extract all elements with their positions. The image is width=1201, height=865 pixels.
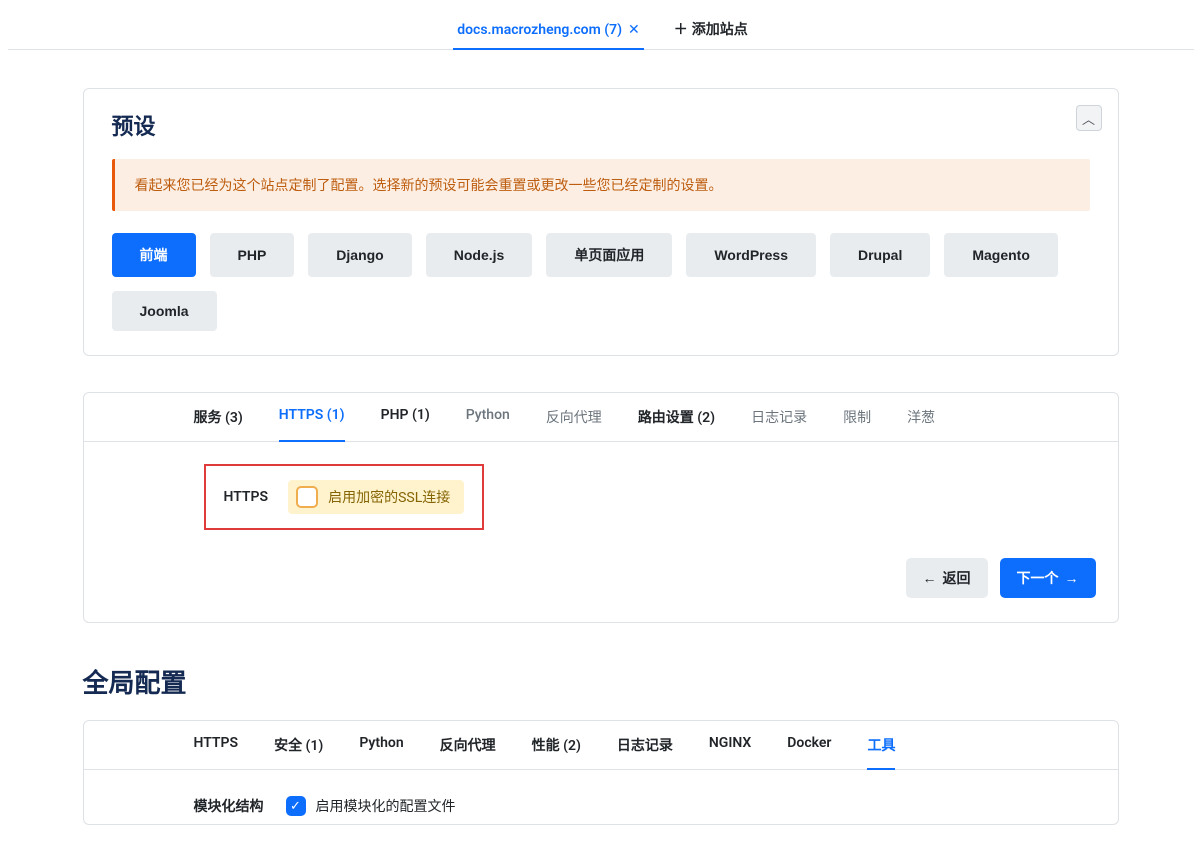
preset-button[interactable]: 前端 — [112, 233, 196, 277]
global-tab[interactable]: NGINX — [709, 721, 751, 769]
preset-button[interactable]: Django — [308, 233, 411, 277]
config-tab: 洋葱 — [907, 393, 935, 441]
modular-checkbox-label: 启用模块化的配置文件 — [316, 796, 456, 816]
https-checkbox-label: 启用加密的SSL连接 — [328, 487, 450, 507]
preset-card: 预设 ︿ 看起来您已经为这个站点定制了配置。选择新的预设可能会重置或更改一些您已… — [83, 88, 1119, 356]
add-site-button[interactable]: ＋ 添加站点 — [674, 19, 748, 49]
add-site-label: 添加站点 — [692, 19, 748, 39]
global-tab[interactable]: 性能 (2) — [532, 721, 581, 769]
next-button[interactable]: 下一个 → — [1000, 558, 1096, 598]
checkbox-checked-icon: ✓ — [286, 796, 306, 816]
config-tab[interactable]: PHP (1) — [381, 393, 430, 441]
modular-checkbox-group[interactable]: ✓ 启用模块化的配置文件 — [286, 796, 456, 816]
preset-grid: 前端 PHP Django Node.js 单页面应用 WordPress Drupal Ma… — [112, 233, 1090, 331]
config-tab[interactable]: HTTPS (1) — [279, 393, 345, 441]
checkbox-unchecked-icon — [296, 486, 318, 508]
preset-alert: 看起来您已经为这个站点定制了配置。选择新的预设可能会重置或更改一些您已经定制的设… — [112, 159, 1090, 211]
preset-button[interactable]: Joomla — [112, 291, 217, 331]
global-tab[interactable]: 安全 (1) — [274, 721, 323, 769]
preset-button[interactable]: Node.js — [426, 233, 533, 277]
config-tab[interactable]: 路由设置 (2) — [638, 393, 715, 441]
preset-button[interactable]: Magento — [944, 233, 1058, 277]
config-tab: 限制 — [843, 393, 871, 441]
back-label: 返回 — [943, 568, 971, 588]
back-button[interactable]: ← 返回 — [906, 558, 988, 598]
plus-icon: ＋ — [674, 19, 688, 39]
modular-row: 模块化结构 ✓ 启用模块化的配置文件 — [84, 770, 1118, 816]
https-highlight-box: HTTPS 启用加密的SSL连接 — [204, 464, 485, 530]
arrow-right-icon: → — [1065, 570, 1079, 586]
https-label: HTTPS — [224, 489, 269, 505]
global-config-title: 全局配置 — [83, 663, 1194, 700]
preset-title: 预设 — [112, 109, 1090, 141]
site-config-tabbar: 服务 (3) HTTPS (1) PHP (1) Python 反向代理路由设置 (2)… — [84, 393, 1118, 442]
global-tab[interactable]: 日志记录 — [617, 721, 673, 769]
preset-button[interactable]: Drupal — [830, 233, 930, 277]
config-tab: 反向代理 — [546, 393, 602, 441]
global-config-card: HTTPS 安全 (1) Python 反向代理性能 (2) 日志记录 NGINX Dock… — [83, 720, 1119, 825]
chevron-up-icon: ︿ — [1082, 109, 1095, 128]
arrow-left-icon: ← — [923, 570, 937, 586]
global-tab[interactable]: HTTPS — [194, 721, 239, 769]
config-tab: 日志记录 — [751, 393, 807, 441]
modular-label: 模块化结构 — [194, 796, 264, 816]
config-tab: Python — [466, 393, 510, 441]
preset-button[interactable]: 单页面应用 — [546, 233, 672, 277]
global-tab[interactable]: 反向代理 — [440, 721, 496, 769]
collapse-button[interactable]: ︿ — [1076, 105, 1102, 131]
next-label: 下一个 — [1017, 568, 1059, 588]
https-checkbox-group[interactable]: 启用加密的SSL连接 — [288, 480, 464, 514]
close-icon[interactable]: ✕ — [628, 22, 640, 38]
config-tab[interactable]: 服务 (3) — [194, 393, 243, 441]
site-config-card: 服务 (3) HTTPS (1) PHP (1) Python 反向代理路由设置 (2)… — [83, 392, 1119, 623]
nav-row: ← 返回 下一个 → — [84, 558, 1118, 598]
site-tab-active[interactable]: docs.macrozheng.com (7) ✕ — [453, 14, 644, 50]
site-tab-bar: docs.macrozheng.com (7) ✕ ＋ 添加站点 — [8, 0, 1194, 50]
site-tab-label: docs.macrozheng.com (7) — [457, 22, 622, 38]
preset-button[interactable]: WordPress — [686, 233, 816, 277]
global-tab[interactable]: Docker — [787, 721, 831, 769]
global-tab[interactable]: 工具 — [867, 721, 895, 769]
preset-button[interactable]: PHP — [210, 233, 295, 277]
global-tab[interactable]: Python — [359, 721, 403, 769]
